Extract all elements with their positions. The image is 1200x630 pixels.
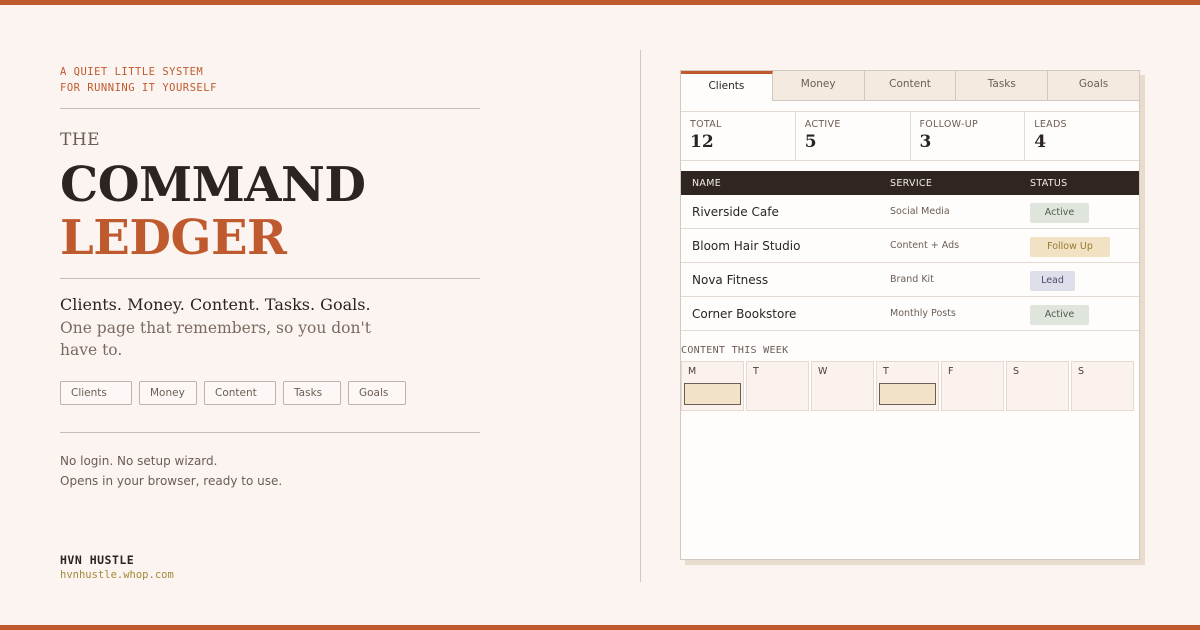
eyebrow-line-1: A QUIET LITTLE SYSTEM xyxy=(60,66,204,78)
status-badge: Lead xyxy=(1030,271,1075,291)
client-name: Nova Fitness xyxy=(692,272,769,287)
day-cell-saturday[interactable]: S xyxy=(1006,361,1069,411)
subtitle: One page that remembers, so you don't ha… xyxy=(60,319,371,359)
note-line-1: No login. No setup wizard. xyxy=(60,454,218,468)
note-line-2: Opens in your browser, ready to use. xyxy=(60,474,283,488)
status-badge: Active xyxy=(1030,203,1089,223)
stat-value: 12 xyxy=(690,132,714,152)
brand-name: HVN HUSTLE xyxy=(60,553,135,567)
brand-url[interactable]: hvnhustle.whop.com xyxy=(60,569,174,581)
tab-bar: Clients Money Content Tasks Goals xyxy=(681,71,1139,101)
column-header-status[interactable]: STATUS xyxy=(1030,178,1130,189)
stat-value: 3 xyxy=(919,132,932,152)
column-header-name[interactable]: NAME xyxy=(681,178,890,189)
hero-column: A QUIET LITTLE SYSTEM FOR RUNNING IT YOU… xyxy=(60,0,490,630)
client-name: Corner Bookstore xyxy=(692,306,797,321)
day-cell-friday[interactable]: F xyxy=(941,361,1004,411)
client-service: Brand Kit xyxy=(890,274,934,285)
day-cell-thursday[interactable]: T xyxy=(876,361,939,411)
week-title: CONTENT THIS WEEK xyxy=(681,345,789,356)
day-label: T xyxy=(753,366,759,377)
stat-label: LEADS xyxy=(1034,119,1067,130)
pill-goals: Goals xyxy=(348,381,406,405)
table-row[interactable]: Nova Fitness Brand Kit Lead xyxy=(681,263,1139,297)
feature-pills: Clients Money Content Tasks Goals xyxy=(60,381,406,405)
stats-row: TOTAL 12 ACTIVE 5 FOLLOW-UP 3 LEADS 4 xyxy=(681,111,1139,161)
vertical-divider xyxy=(640,50,641,582)
tab-goals[interactable]: Goals xyxy=(1048,71,1139,101)
table-header: NAME SERVICE STATUS xyxy=(681,171,1139,195)
pill-clients: Clients xyxy=(60,381,132,405)
ledger-panel: Clients Money Content Tasks Goals TOTAL … xyxy=(680,70,1140,560)
day-label: M xyxy=(688,366,697,377)
week-calendar: M T W T F S S xyxy=(681,361,1139,411)
day-label: W xyxy=(818,366,828,377)
client-service: Monthly Posts xyxy=(890,308,956,319)
table-row[interactable]: Riverside Cafe Social Media Active xyxy=(681,195,1139,229)
pill-tasks: Tasks xyxy=(283,381,341,405)
title-ledger: LEDGER xyxy=(60,210,287,266)
pill-content: Content xyxy=(204,381,276,405)
stat-label: ACTIVE xyxy=(804,119,841,130)
stat-follow-up: FOLLOW-UP 3 xyxy=(911,112,1026,160)
tab-tasks[interactable]: Tasks xyxy=(956,71,1049,101)
divider xyxy=(60,278,480,279)
table-row[interactable]: Corner Bookstore Monthly Posts Active xyxy=(681,297,1139,331)
day-cell-tuesday[interactable]: T xyxy=(746,361,809,411)
stat-value: 5 xyxy=(804,132,817,152)
tab-content[interactable]: Content xyxy=(864,71,957,101)
divider xyxy=(60,108,480,109)
client-name: Bloom Hair Studio xyxy=(692,238,801,253)
stat-label: FOLLOW-UP xyxy=(919,119,978,130)
stat-total: TOTAL 12 xyxy=(681,112,796,160)
day-label: S xyxy=(1078,366,1085,377)
column-header-service[interactable]: SERVICE xyxy=(890,178,1030,189)
stat-leads: LEADS 4 xyxy=(1025,112,1139,160)
content-slot[interactable] xyxy=(879,383,936,405)
pill-money: Money xyxy=(139,381,197,405)
eyebrow: A QUIET LITTLE SYSTEM FOR RUNNING IT YOU… xyxy=(60,64,217,96)
stat-active: ACTIVE 5 xyxy=(796,112,911,160)
day-cell-wednesday[interactable]: W xyxy=(811,361,874,411)
stat-value: 4 xyxy=(1034,132,1047,152)
title-prefix: THE xyxy=(60,130,101,150)
stat-label: TOTAL xyxy=(690,119,722,130)
day-label: F xyxy=(948,366,954,377)
day-label: S xyxy=(1013,366,1020,377)
day-label: T xyxy=(883,366,889,377)
note: No login. No setup wizard. Opens in your… xyxy=(60,451,282,491)
status-badge: Active xyxy=(1030,305,1089,325)
title-command: COMMAND xyxy=(60,157,366,213)
client-service: Content + Ads xyxy=(890,240,960,251)
table-row[interactable]: Bloom Hair Studio Content + Ads Follow U… xyxy=(681,229,1139,263)
day-cell-sunday[interactable]: S xyxy=(1071,361,1134,411)
divider xyxy=(60,432,480,433)
content-slot[interactable] xyxy=(684,383,741,405)
client-service: Social Media xyxy=(890,206,950,217)
eyebrow-line-2: FOR RUNNING IT YOURSELF xyxy=(60,82,217,94)
tagline: Clients. Money. Content. Tasks. Goals. xyxy=(60,295,371,314)
client-name: Riverside Cafe xyxy=(692,204,779,219)
status-badge: Follow Up xyxy=(1030,237,1110,257)
tab-clients[interactable]: Clients xyxy=(681,71,773,101)
day-cell-monday[interactable]: M xyxy=(681,361,744,411)
tab-money[interactable]: Money xyxy=(772,71,865,101)
